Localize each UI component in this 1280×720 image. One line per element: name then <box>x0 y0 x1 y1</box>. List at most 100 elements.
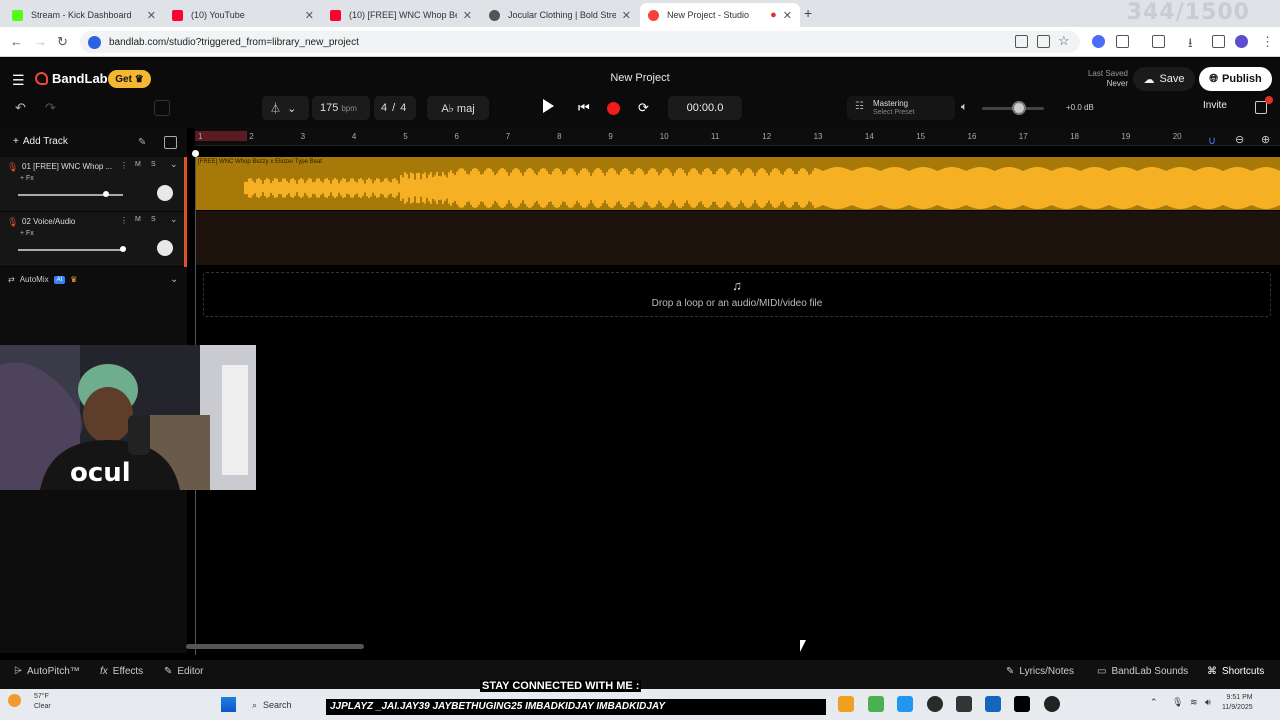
sidebar-icon[interactable] <box>1152 35 1165 48</box>
solo-button[interactable]: S <box>151 216 156 223</box>
track-menu-icon[interactable]: ⋮ <box>120 161 128 170</box>
mute-button[interactable]: M <box>135 216 141 223</box>
track-volume-slider[interactable] <box>18 249 123 251</box>
close-icon[interactable]: ✕ <box>147 9 156 22</box>
editor-button[interactable]: ✎ Editor <box>164 666 204 677</box>
track-volume-handle[interactable] <box>120 246 126 252</box>
shortcuts-button[interactable]: ⌘ Shortcuts <box>1207 666 1264 677</box>
bookmark-star-icon[interactable]: ☆ <box>1058 33 1070 49</box>
new-tab-button[interactable]: + <box>804 5 812 21</box>
key-field[interactable]: A♭ maj <box>427 96 489 120</box>
zoom-in-icon[interactable]: ⊕ <box>1261 133 1270 146</box>
microphone-icon[interactable]: 🎙︎ <box>1172 697 1183 708</box>
reading-mode-icon[interactable] <box>1015 35 1028 48</box>
tiktok-icon[interactable] <box>1014 696 1030 712</box>
lyrics-notes-button[interactable]: ✎ Lyrics/Notes <box>1006 666 1074 677</box>
app-icon[interactable] <box>956 696 972 712</box>
profile-avatar[interactable] <box>1235 35 1248 48</box>
close-icon[interactable]: ✕ <box>463 9 472 22</box>
redo-icon[interactable]: ↷ <box>45 100 56 116</box>
obs-icon[interactable] <box>927 696 943 712</box>
chevron-down-icon[interactable]: ⌄ <box>170 274 178 285</box>
automix-row[interactable]: ⇄ AutoMix AI ♛ <box>8 275 77 284</box>
speaker-mute-icon[interactable]: 🔈︎ <box>961 101 968 114</box>
track-header-1[interactable]: 🎙︎ 01 [FREE] WNC Whop ... ⋮ M S ⌄ + Fx <box>0 157 187 212</box>
mastering-button[interactable]: ☷ Mastering Select Preset <box>847 96 955 120</box>
tab-search-icon[interactable] <box>1212 35 1225 48</box>
bandlab-logo[interactable]: BandLab <box>35 71 108 86</box>
mixer-toggle-icon[interactable] <box>154 100 170 116</box>
pencil-tool-icon[interactable]: ✎ <box>138 137 146 148</box>
autopitch-button[interactable]: ⩥ AutoPitch™ <box>14 666 80 677</box>
zoom-out-icon[interactable]: ⊖ <box>1235 133 1244 146</box>
close-icon[interactable]: ✕ <box>783 9 792 22</box>
invite-button[interactable]: Invite <box>1203 100 1227 111</box>
back-icon[interactable]: ← <box>10 34 23 49</box>
pan-knob[interactable] <box>157 185 173 201</box>
extensions-puzzle-icon[interactable] <box>1116 35 1129 48</box>
taskbar-search[interactable]: ⌕ Search <box>246 695 326 715</box>
tab-jocular-clothing[interactable]: Jocular Clothing | Bold Streetw ✕ <box>481 3 639 27</box>
chevron-up-icon[interactable]: ⌃ <box>1150 697 1158 708</box>
get-membership-button[interactable]: Get ♛ <box>108 70 151 88</box>
app-icon[interactable] <box>838 696 854 712</box>
track-settings-icon[interactable] <box>164 136 177 149</box>
add-fx-button[interactable]: + Fx <box>20 175 34 182</box>
add-track-button[interactable]: + Add Track <box>13 136 68 147</box>
app-icon[interactable] <box>985 696 1001 712</box>
chevron-down-icon[interactable]: ⌄ <box>170 159 178 170</box>
app-icon[interactable] <box>1044 696 1060 712</box>
drop-zone[interactable]: ♫ Drop a loop or an audio/MIDI/video fil… <box>203 272 1271 317</box>
chevron-down-icon[interactable]: ⌄ <box>170 214 178 225</box>
save-button[interactable]: ☁ Save <box>1133 67 1195 91</box>
bandlab-sounds-button[interactable]: ▭ BandLab Sounds <box>1097 666 1188 677</box>
record-button[interactable] <box>607 102 620 115</box>
tab-kick-dashboard[interactable]: Stream - Kick Dashboard ✕ <box>4 3 164 27</box>
horizontal-scrollbar[interactable] <box>186 644 364 649</box>
skip-to-start-icon[interactable]: ⏮ <box>578 100 590 116</box>
volume-icon[interactable]: 🔊︎ <box>1205 697 1211 708</box>
loop-icon[interactable]: ⟳ <box>638 100 649 116</box>
app-icon[interactable] <box>868 696 884 712</box>
snap-magnet-icon[interactable]: ∪ <box>1208 134 1216 147</box>
tab-youtube-beat[interactable]: (10) [FREE] WNC Whop Bezzy x ✕ <box>322 3 480 27</box>
weather-widget[interactable]: 57°F Clear <box>6 692 51 712</box>
cast-icon[interactable] <box>1037 35 1050 48</box>
site-info-icon[interactable] <box>88 35 101 49</box>
windows-start-icon[interactable] <box>221 697 236 712</box>
close-icon[interactable]: ✕ <box>622 9 631 22</box>
app-icon[interactable] <box>897 696 913 712</box>
timeline-ruler[interactable] <box>195 128 1280 146</box>
effects-button[interactable]: fx Effects <box>100 666 143 677</box>
play-icon[interactable] <box>543 99 554 113</box>
metronome-button[interactable]: ⏃ ⌄ <box>262 96 309 120</box>
add-fx-button[interactable]: + Fx <box>20 230 34 237</box>
taskbar-clock[interactable]: 9:51 PM 11/9/2025 <box>1222 693 1253 713</box>
menu-kebab-icon[interactable]: ⋮ <box>1261 34 1274 50</box>
solo-button[interactable]: S <box>151 161 156 168</box>
mute-button[interactable]: M <box>135 161 141 168</box>
reload-icon[interactable]: ↻ <box>57 34 68 50</box>
track-volume-handle[interactable] <box>102 191 109 197</box>
publish-button[interactable]: 🌐︎ Publish <box>1199 67 1272 91</box>
time-signature-field[interactable]: 4 / 4 <box>374 96 416 120</box>
loop-region[interactable] <box>195 131 247 141</box>
undo-icon[interactable]: ↶ <box>15 100 26 116</box>
forward-icon[interactable]: → <box>34 34 47 49</box>
tab-youtube[interactable]: (10) YouTube ✕ <box>164 3 322 27</box>
wifi-icon[interactable]: ≋ <box>1190 697 1198 708</box>
track-header-2[interactable]: 🎙︎ 02 Voice/Audio ⋮ M S ⌄ + Fx <box>0 212 187 267</box>
extension-icon[interactable] <box>1092 35 1105 48</box>
address-bar[interactable]: bandlab.com/studio?triggered_from=librar… <box>80 31 1080 53</box>
gift-icon[interactable] <box>1255 101 1267 114</box>
tempo-field[interactable]: 175 bpm <box>312 96 370 120</box>
pan-knob[interactable] <box>157 240 173 256</box>
empty-voice-lane[interactable] <box>195 211 1280 265</box>
close-icon[interactable]: ✕ <box>305 9 314 22</box>
playhead-handle[interactable] <box>192 150 199 157</box>
tab-new-project-studio[interactable]: New Project - Studio ● ✕ <box>640 3 800 27</box>
download-icon[interactable]: ⭳ <box>1188 34 1193 56</box>
track-menu-icon[interactable]: ⋮ <box>120 216 128 225</box>
audio-clip[interactable]: [FREE] WNC Whop Bezzy x Eliozer Type Bea… <box>195 157 1280 210</box>
project-title[interactable]: New Project <box>560 72 720 84</box>
